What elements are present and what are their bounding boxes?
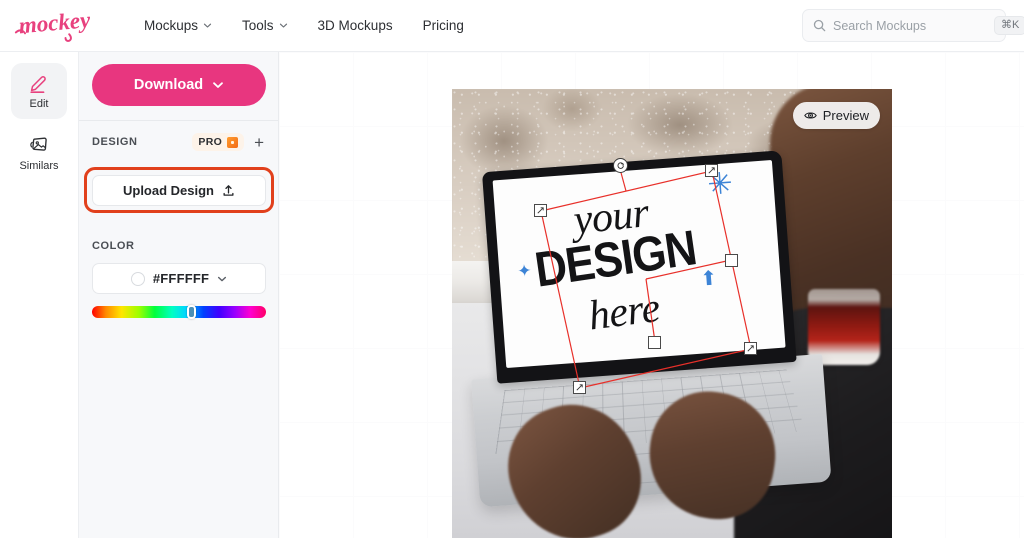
mockey-editor-app: mockey Mockups Tools 3D Mockups Pricing … xyxy=(0,0,1024,538)
left-settings-panel: Download DESIGN PRO + Upload Design COLO… xyxy=(79,52,279,538)
search-shortcut-badge: ⌘K xyxy=(994,16,1024,35)
rail-label-similars: Similars xyxy=(19,160,59,172)
color-section: COLOR #FFFFFF xyxy=(79,240,279,319)
design-section-actions: PRO + xyxy=(192,133,265,151)
design-section-header: DESIGN PRO + xyxy=(79,121,278,151)
color-hex-value: #FFFFFF xyxy=(152,271,210,286)
nav-item-tools[interactable]: Tools xyxy=(242,18,288,33)
user-design-artwork: your DESIGN here ✳ ✦ ⬆ xyxy=(493,160,786,368)
upload-design-label: Upload Design xyxy=(122,183,214,198)
design-section-title: DESIGN xyxy=(92,136,138,148)
nav-label-tools: Tools xyxy=(242,18,274,33)
hue-slider-handle[interactable] xyxy=(187,305,196,319)
design-text-line2: DESIGN xyxy=(531,220,700,298)
download-button[interactable]: Download xyxy=(92,64,266,106)
svg-text:mockey: mockey xyxy=(18,10,92,38)
hue-slider[interactable] xyxy=(92,305,266,319)
hue-gradient-track xyxy=(92,306,266,318)
download-label: Download xyxy=(133,77,204,93)
main-nav: Mockups Tools 3D Mockups Pricing xyxy=(144,18,464,33)
nav-item-3d-mockups[interactable]: 3D Mockups xyxy=(318,18,393,33)
pro-badge-label: PRO xyxy=(198,136,223,148)
editor-canvas[interactable]: your DESIGN here ✳ ✦ ⬆ Preview xyxy=(279,52,1024,538)
color-value-field[interactable]: #FFFFFF xyxy=(92,263,266,294)
rail-label-edit: Edit xyxy=(29,98,49,110)
laptop-screen: your DESIGN here ✳ ✦ ⬆ xyxy=(492,160,786,369)
nav-label-3d-mockups: 3D Mockups xyxy=(317,18,393,33)
laptop-lid: your DESIGN here ✳ ✦ ⬆ xyxy=(481,150,797,384)
preview-label: Preview xyxy=(822,108,869,123)
upload-icon xyxy=(222,184,235,197)
search-box[interactable]: ⌘K xyxy=(802,9,1024,42)
pencil-icon xyxy=(28,72,50,94)
nav-label-pricing: Pricing xyxy=(422,18,464,33)
mockup-image[interactable]: your DESIGN here ✳ ✦ ⬆ Preview xyxy=(452,89,892,538)
design-text-line3: here xyxy=(585,284,663,340)
chevron-down-icon xyxy=(212,79,224,91)
rail-item-similars[interactable]: Similars xyxy=(11,125,67,181)
chevron-down-icon xyxy=(217,274,227,284)
eye-icon xyxy=(803,109,817,122)
search-input[interactable] xyxy=(833,18,994,33)
images-stack-icon xyxy=(28,134,50,156)
chevron-down-icon xyxy=(279,21,288,30)
nav-item-mockups[interactable]: Mockups xyxy=(144,18,212,33)
chevron-down-icon xyxy=(203,21,212,30)
preview-button[interactable]: Preview xyxy=(792,102,880,129)
top-header: mockey Mockups Tools 3D Mockups Pricing … xyxy=(0,0,1024,52)
laptop-device: your DESIGN here ✳ ✦ ⬆ xyxy=(452,148,832,538)
sparkle-small-icon: ✦ xyxy=(516,260,533,281)
left-icon-rail: Edit Similars xyxy=(0,52,79,538)
mockey-logo[interactable]: mockey xyxy=(14,9,106,43)
sparkle-large-icon: ✳ xyxy=(706,167,734,202)
arrow-up-icon: ⬆ xyxy=(699,267,718,291)
nav-label-mockups: Mockups xyxy=(144,18,199,33)
add-design-button[interactable]: + xyxy=(253,134,265,151)
search-icon xyxy=(813,19,826,32)
upload-design-button[interactable]: Upload Design xyxy=(92,175,266,206)
pro-crown-icon xyxy=(227,136,239,148)
pro-badge[interactable]: PRO xyxy=(192,133,245,151)
nav-item-pricing[interactable]: Pricing xyxy=(423,18,464,33)
color-section-title: COLOR xyxy=(92,240,135,252)
rail-item-edit[interactable]: Edit xyxy=(11,63,67,119)
color-swatch xyxy=(130,271,145,286)
download-wrap: Download xyxy=(79,52,278,106)
